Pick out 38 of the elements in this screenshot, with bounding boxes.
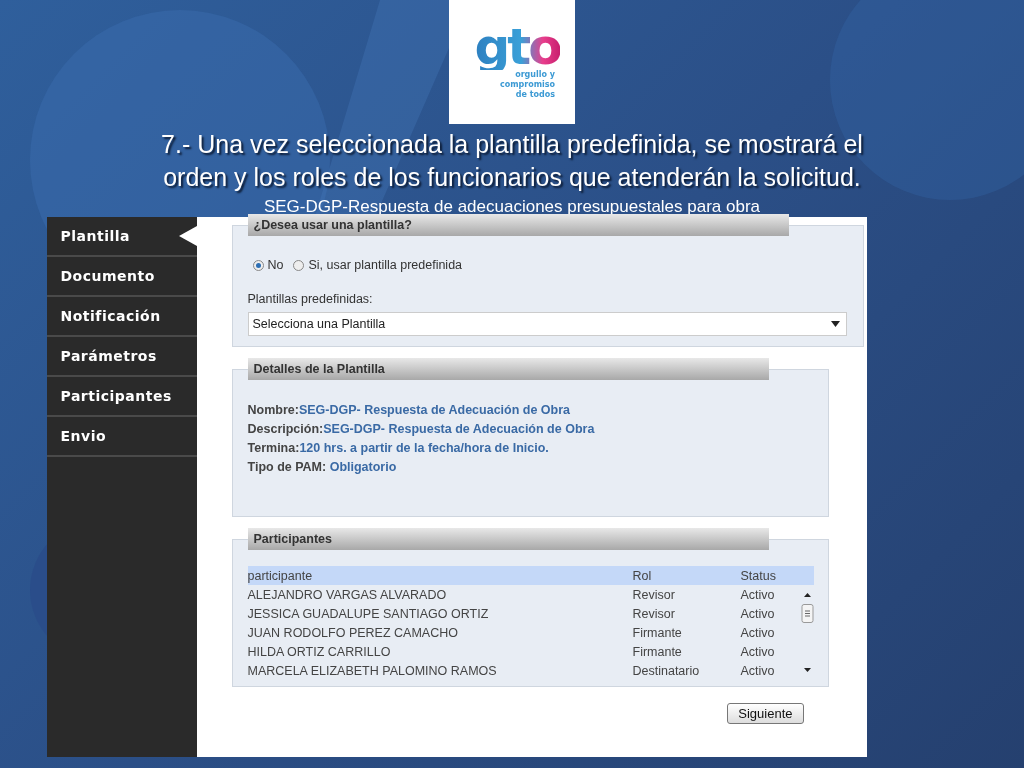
- detail-line: Termina:120 hrs. a partir de la fecha/hora de Inicio.: [247, 440, 550, 457]
- slide-subtitle: SEG-DGP-Respuesta de adecuaciones presupuestales para obra: [263, 197, 761, 217]
- table-cell-text: ALEJANDRO VARGAS ALVARADO: [247, 587, 448, 602]
- column-header: Rol: [632, 568, 653, 583]
- table-cell-text: JESSICA GUADALUPE SANTIAGO ORTIZ: [247, 606, 490, 621]
- scrollbar-thumb[interactable]: [800, 604, 814, 623]
- table-cell-text: Activo: [740, 587, 776, 602]
- table-cell-text: Revisor: [632, 606, 676, 621]
- radio-button[interactable]: [252, 259, 264, 271]
- slide-title: 7.- Una vez seleccionada la plantilla predefinida, se mostrará el: [161, 129, 863, 160]
- detail-line: Tipo de PAM: Obligatorio: [247, 459, 398, 476]
- section-header: ¿Desea usar una plantilla?: [247, 214, 789, 236]
- section-header: Detalles de la Plantilla: [247, 358, 769, 380]
- template-dropdown[interactable]: Selecciona una Plantilla: [247, 312, 847, 336]
- table-cell-text: Firmante: [632, 644, 683, 659]
- radio-label: Si, usar plantilla predefinida: [308, 258, 463, 272]
- table-cell-text: Firmante: [632, 625, 683, 640]
- table-cell-text: HILDA ORTIZ CARRILLO: [247, 644, 392, 659]
- section-header: Participantes: [247, 528, 769, 550]
- table-cell-text: Activo: [740, 644, 776, 659]
- detail-line: Descripción:SEG-DGP- Respuesta de Adecuación de Obra: [247, 421, 596, 438]
- detail-line: Nombre:SEG-DGP- Respuesta de Adecuación de Obra: [247, 402, 572, 419]
- table-cell-text: Activo: [740, 606, 776, 621]
- next-button[interactable]: Siguiente: [727, 703, 804, 724]
- table-cell-text: Destinatario: [632, 663, 701, 678]
- table-cell-text: Revisor: [632, 587, 676, 602]
- table-cell-text: Activo: [740, 663, 776, 678]
- column-header: Status: [740, 568, 777, 583]
- table-cell-text: Activo: [740, 625, 776, 640]
- slide-title: orden y los roles de los funcionarios que atenderán la solicitud.: [163, 162, 861, 193]
- radio-label: No: [267, 258, 284, 272]
- radio-button[interactable]: [293, 259, 305, 271]
- column-header: participante: [247, 568, 314, 583]
- table-cell-text: MARCELA ELIZABETH PALOMINO RAMOS: [247, 663, 498, 678]
- logo-tagline: orgullo y compromiso de todos: [499, 70, 555, 100]
- field-label: Plantillas predefinidas:: [247, 292, 373, 306]
- table-cell-text: JUAN RODOLFO PEREZ CAMACHO: [247, 625, 459, 640]
- caret-icon: [830, 321, 840, 327]
